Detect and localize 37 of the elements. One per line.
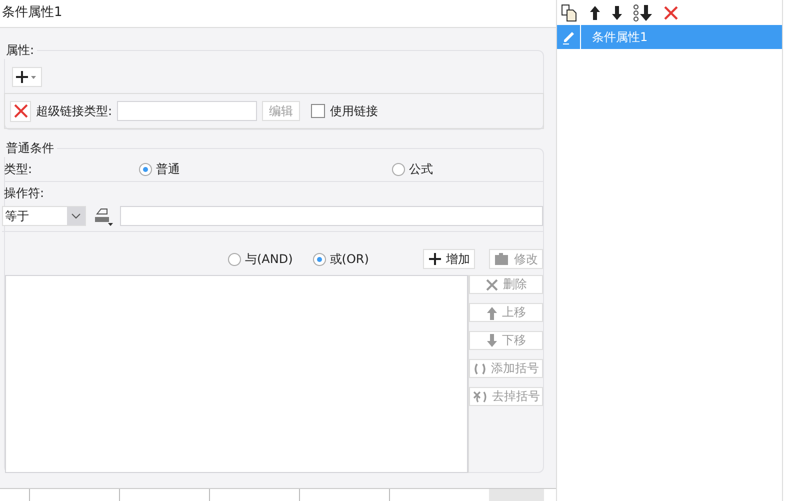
- copy-icon[interactable]: [561, 4, 579, 22]
- arrow-down-icon: [486, 334, 498, 348]
- add-dropdown-button[interactable]: [12, 67, 42, 87]
- radio-button[interactable]: [312, 252, 326, 266]
- hyperlink-type-label: 超级链接类型:: [36, 102, 112, 120]
- value-field[interactable]: [120, 206, 543, 226]
- radio-button[interactable]: [139, 163, 152, 176]
- scrollbar[interactable]: [489, 489, 544, 501]
- operator-dropdown[interactable]: 等于: [2, 206, 86, 226]
- group-title: 普通条件: [5, 140, 55, 157]
- move-up-icon[interactable]: [589, 4, 601, 20]
- radio-button[interactable]: [392, 163, 405, 176]
- move-bottom-icon[interactable]: [633, 4, 653, 22]
- radio-label: 公式: [409, 161, 433, 178]
- use-link-label: 使用链接: [330, 102, 378, 120]
- move-down-icon[interactable]: [611, 4, 623, 20]
- list-item[interactable]: 条件属性1: [557, 25, 782, 49]
- radio-label: 普通: [156, 161, 180, 178]
- plus-icon: [428, 252, 442, 266]
- pencil-icon: [560, 29, 576, 45]
- hyperlink-type-field[interactable]: [117, 101, 258, 121]
- arrow-up-icon: [486, 306, 498, 320]
- type-label: 类型:: [4, 161, 32, 178]
- add-button[interactable]: 增加: [423, 249, 475, 269]
- chevron-down-icon: [71, 213, 81, 219]
- radio-label: 与(AND): [245, 250, 293, 268]
- checkbox[interactable]: [311, 104, 326, 118]
- text-format-icon[interactable]: [92, 206, 114, 226]
- remove-brackets-icon: [472, 390, 488, 404]
- brackets-icon: [473, 362, 487, 376]
- radio-button[interactable]: [228, 252, 241, 266]
- close-icon[interactable]: [663, 4, 679, 20]
- group-title: 属性:: [5, 42, 36, 59]
- delete-button[interactable]: [10, 100, 31, 122]
- delete-icon: [485, 278, 499, 292]
- operator-label: 操作符:: [4, 186, 44, 200]
- radio-label: 或(OR): [330, 250, 369, 268]
